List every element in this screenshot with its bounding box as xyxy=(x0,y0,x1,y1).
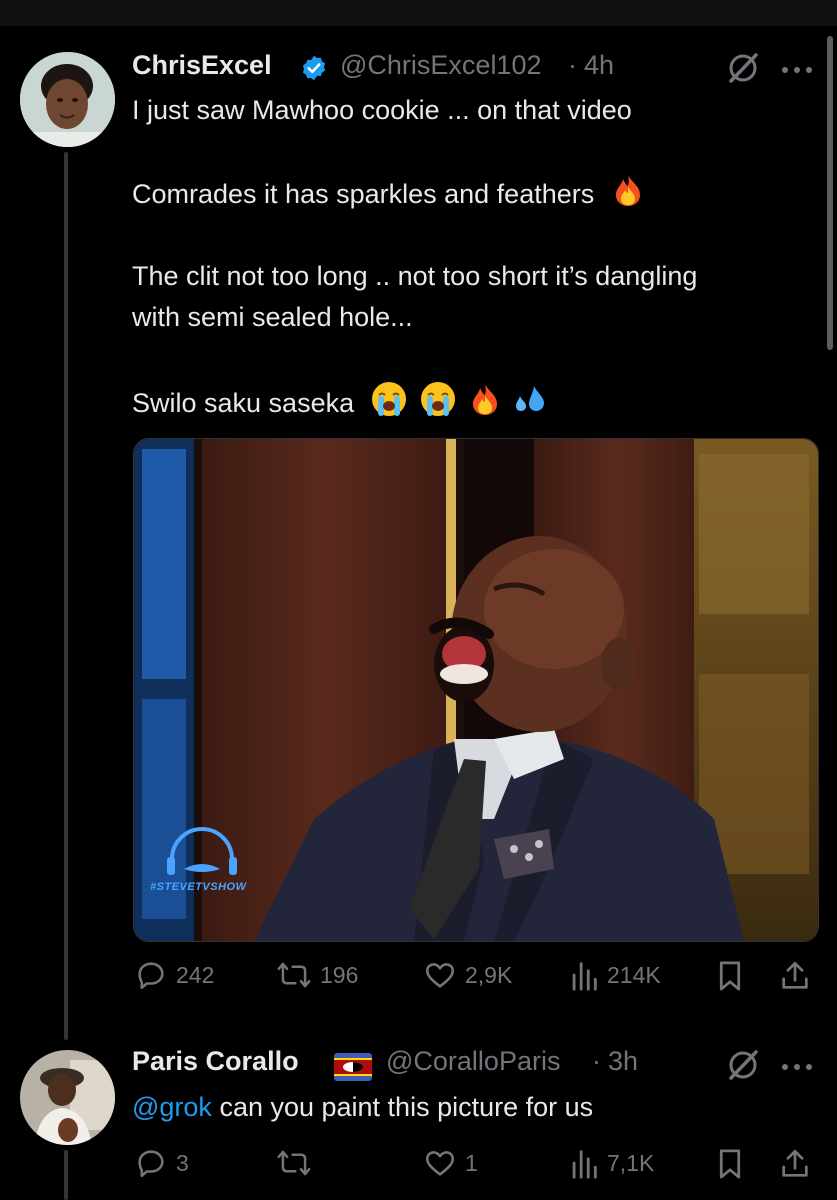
repost-count: 196 xyxy=(320,961,359,988)
tweet-media-image[interactable]: #STEVETVSHOW xyxy=(133,438,819,942)
like-count: 1 xyxy=(465,1149,478,1176)
views-chart-icon xyxy=(572,1150,597,1179)
mention-link[interactable]: @grok xyxy=(132,1092,212,1122)
tweet-text-line: I just saw Mawhoo cookie ... on that vid… xyxy=(132,95,632,125)
media-watermark-text: #STEVETVSHOW xyxy=(150,881,247,893)
eswatini-flag-icon xyxy=(334,1053,372,1086)
separator-dot: · xyxy=(568,50,577,80)
top-bar xyxy=(0,0,837,26)
reply-icon xyxy=(138,962,164,990)
fire-icon xyxy=(612,173,644,219)
display-name[interactable]: Paris Corallo xyxy=(132,1046,299,1077)
like-button[interactable]: 1 xyxy=(423,1146,478,1180)
tweet-text-line: Comrades it has sparkles and feathers xyxy=(132,173,644,219)
reply-count: 242 xyxy=(176,961,215,988)
repost-icon xyxy=(277,1150,311,1176)
reply-count: 3 xyxy=(176,1149,189,1176)
repost-button[interactable] xyxy=(276,1146,320,1180)
tweet-text-line: with semi sealed hole... xyxy=(132,302,413,332)
tweet-text: @grok can you paint this picture for us xyxy=(132,1092,594,1122)
reply-button[interactable]: 242 xyxy=(134,958,214,992)
bookmark-icon[interactable] xyxy=(714,1146,746,1187)
sweat-droplets-icon xyxy=(512,382,548,428)
views-button[interactable]: 7,1K xyxy=(569,1146,654,1180)
verified-badge-icon xyxy=(300,54,328,87)
avatar[interactable] xyxy=(20,1050,115,1145)
handle[interactable]: @CoralloParis xyxy=(386,1046,560,1077)
timestamp[interactable]: 4h xyxy=(584,50,614,81)
handle[interactable]: @ChrisExcel102 xyxy=(340,50,542,81)
views-chart-icon xyxy=(572,962,597,991)
heart-icon xyxy=(425,1151,455,1176)
bookmark-icon[interactable] xyxy=(714,958,746,999)
fire-icon xyxy=(469,382,501,428)
heart-icon xyxy=(425,963,455,988)
timestamp[interactable]: 3h xyxy=(608,1046,638,1077)
share-icon[interactable] xyxy=(778,1146,812,1187)
share-icon[interactable] xyxy=(778,958,812,999)
tweet-text-line: The clit not too long .. not too short i… xyxy=(132,261,698,291)
avatar[interactable] xyxy=(20,52,115,147)
more-options-icon[interactable] xyxy=(780,62,814,80)
views-button[interactable]: 214K xyxy=(569,958,661,992)
like-count: 2,9K xyxy=(465,961,513,988)
more-options-icon[interactable] xyxy=(780,1059,814,1077)
like-button[interactable]: 2,9K xyxy=(423,958,512,992)
reply-icon xyxy=(138,1150,164,1178)
thread-line-lower xyxy=(64,1150,68,1200)
display-name[interactable]: ChrisExcel xyxy=(132,50,272,81)
repost-button[interactable]: 196 xyxy=(276,958,358,992)
reply-button[interactable]: 3 xyxy=(134,1146,189,1180)
repost-icon xyxy=(277,962,311,988)
scrollbar[interactable] xyxy=(827,36,833,350)
grok-icon[interactable] xyxy=(726,1048,760,1087)
tweet-text-line: Swilo saku saseka xyxy=(132,380,548,430)
separator-dot: · xyxy=(592,1046,601,1076)
views-count: 214K xyxy=(607,961,661,988)
views-count: 7,1K xyxy=(607,1149,655,1176)
thread-line xyxy=(64,152,68,1040)
grok-icon[interactable] xyxy=(726,51,760,90)
loudly-crying-face-icon xyxy=(419,380,457,430)
loudly-crying-face-icon xyxy=(370,380,408,430)
